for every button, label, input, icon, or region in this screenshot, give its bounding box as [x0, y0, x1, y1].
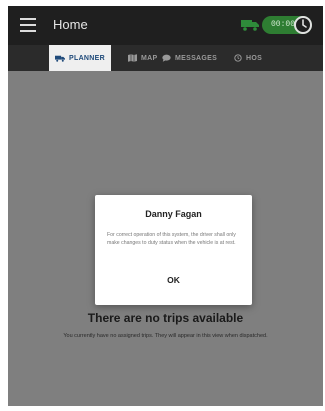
- tab-planner-label: PLANNER: [69, 54, 105, 62]
- empty-state-subtitle: You currently have no assigned trips. Th…: [63, 333, 268, 339]
- dialog-message: For correct operation of this system, th…: [107, 232, 236, 246]
- tab-hos[interactable]: HOS: [230, 45, 266, 71]
- map-icon: [128, 54, 137, 62]
- duty-clock-badge[interactable]: 00:00: [262, 16, 312, 34]
- tab-planner[interactable]: PLANNER: [49, 45, 111, 71]
- empty-state-title: There are no trips available: [87, 311, 244, 325]
- tab-map-label: MAP: [141, 54, 158, 62]
- dialog-title: Danny Fagan: [145, 209, 202, 219]
- tab-messages-label: MESSAGES: [175, 54, 218, 62]
- clock-icon: [234, 54, 242, 62]
- page-title: Home: [53, 17, 88, 32]
- hamburger-menu-icon[interactable]: [20, 18, 36, 32]
- tab-bar: PLANNER MAP MESSAGES HOS: [8, 45, 323, 71]
- warning-dialog: Danny Fagan For correct operation of thi…: [95, 195, 252, 305]
- ok-button[interactable]: OK: [95, 275, 252, 285]
- app-window: Home 00:00 PLANNER MAP MESSAGES HOS Ther…: [8, 6, 323, 406]
- tab-map[interactable]: MAP: [124, 45, 161, 71]
- truck-status-icon[interactable]: [241, 19, 259, 31]
- clock-time: 00:00: [271, 20, 296, 29]
- chat-icon: [162, 54, 171, 62]
- app-bar: Home 00:00: [8, 6, 323, 45]
- truck-icon: [55, 55, 66, 62]
- clock-icon: [294, 16, 312, 34]
- tab-hos-label: HOS: [246, 54, 263, 62]
- tab-messages[interactable]: MESSAGES: [158, 45, 221, 71]
